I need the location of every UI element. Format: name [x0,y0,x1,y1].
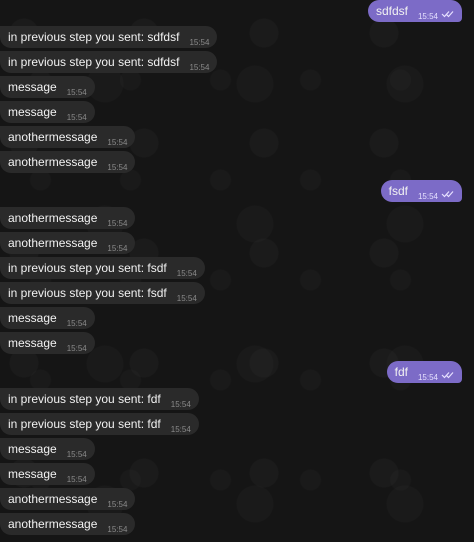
message-text: in previous step you sent: sdfdsf [8,30,180,44]
message-text: message [8,311,57,325]
message-text: in previous step you sent: fdf [8,417,161,431]
double-check-icon [441,190,454,198]
incoming-message[interactable]: message 15:54 [0,307,95,329]
incoming-message[interactable]: anothermessage 15:54 [0,207,136,229]
incoming-message[interactable]: message 15:54 [0,438,95,460]
message-text: anothermessage [8,211,98,225]
message-time: 15:54 [417,192,438,201]
message-time: 15:54 [66,113,87,122]
message-text: message [8,80,57,94]
message-text: anothermessage [8,517,98,531]
message-time: 15:54 [107,138,128,147]
message-text: sdfdsf [375,4,408,18]
incoming-message[interactable]: anothermessage 15:54 [0,151,136,173]
message-text: message [8,467,57,481]
message-time: 15:54 [170,425,191,434]
double-check-icon [441,371,454,379]
message-time: 15:54 [176,269,197,278]
incoming-message[interactable]: anothermessage 15:54 [0,488,136,510]
message-text: anothermessage [8,155,98,169]
outgoing-message[interactable]: fdf 15:54 [386,361,462,383]
message-time: 15:54 [189,63,210,72]
incoming-message[interactable]: message 15:54 [0,76,95,98]
incoming-message[interactable]: in previous step you sent: sdfdsf 15:54 [0,26,218,48]
message-text: in previous step you sent: fsdf [8,261,167,275]
message-text: message [8,336,57,350]
incoming-message[interactable]: anothermessage 15:54 [0,232,136,254]
message-time: 15:54 [107,163,128,172]
incoming-message[interactable]: message 15:54 [0,101,95,123]
message-text: anothermessage [8,130,98,144]
chat-window: sdfdsf 15:54 in previous step you sent: s… [0,0,474,542]
incoming-message[interactable]: in previous step you sent: fdf 15:54 [0,388,199,410]
message-text: message [8,442,57,456]
message-time: 15:54 [189,38,210,47]
double-check-icon [441,10,454,18]
incoming-message[interactable]: anothermessage 15:54 [0,126,136,148]
message-text: in previous step you sent: sdfdsf [8,55,180,69]
incoming-message[interactable]: in previous step you sent: fsdf 15:54 [0,282,205,304]
message-time: 15:54 [107,244,128,253]
incoming-message[interactable]: in previous step you sent: fsdf 15:54 [0,257,205,279]
message-text: in previous step you sent: fsdf [8,286,167,300]
message-time: 15:54 [66,450,87,459]
incoming-message[interactable]: message 15:54 [0,332,95,354]
message-time: 15:54 [176,294,197,303]
message-time: 15:54 [66,475,87,484]
message-time: 15:54 [170,400,191,409]
message-time: 15:54 [66,344,87,353]
incoming-message[interactable]: in previous step you sent: fdf 15:54 [0,413,199,435]
message-text: anothermessage [8,236,98,250]
message-text: fdf [394,365,408,379]
message-time: 15:54 [66,88,87,97]
message-time: 15:54 [107,500,128,509]
incoming-message[interactable]: anothermessage 15:54 [0,513,136,535]
outgoing-message[interactable]: sdfdsf 15:54 [367,0,462,22]
message-text: message [8,105,57,119]
message-text: in previous step you sent: fdf [8,392,161,406]
message-text: fsdf [388,184,408,198]
message-time: 15:54 [417,373,438,382]
message-time: 15:54 [107,525,128,534]
message-time: 15:54 [417,12,438,21]
incoming-message[interactable]: in previous step you sent: sdfdsf 15:54 [0,51,218,73]
outgoing-message[interactable]: fsdf 15:54 [380,180,462,202]
message-time: 15:54 [107,219,128,228]
incoming-message[interactable]: message 15:54 [0,463,95,485]
message-time: 15:54 [66,319,87,328]
message-text: anothermessage [8,492,98,506]
